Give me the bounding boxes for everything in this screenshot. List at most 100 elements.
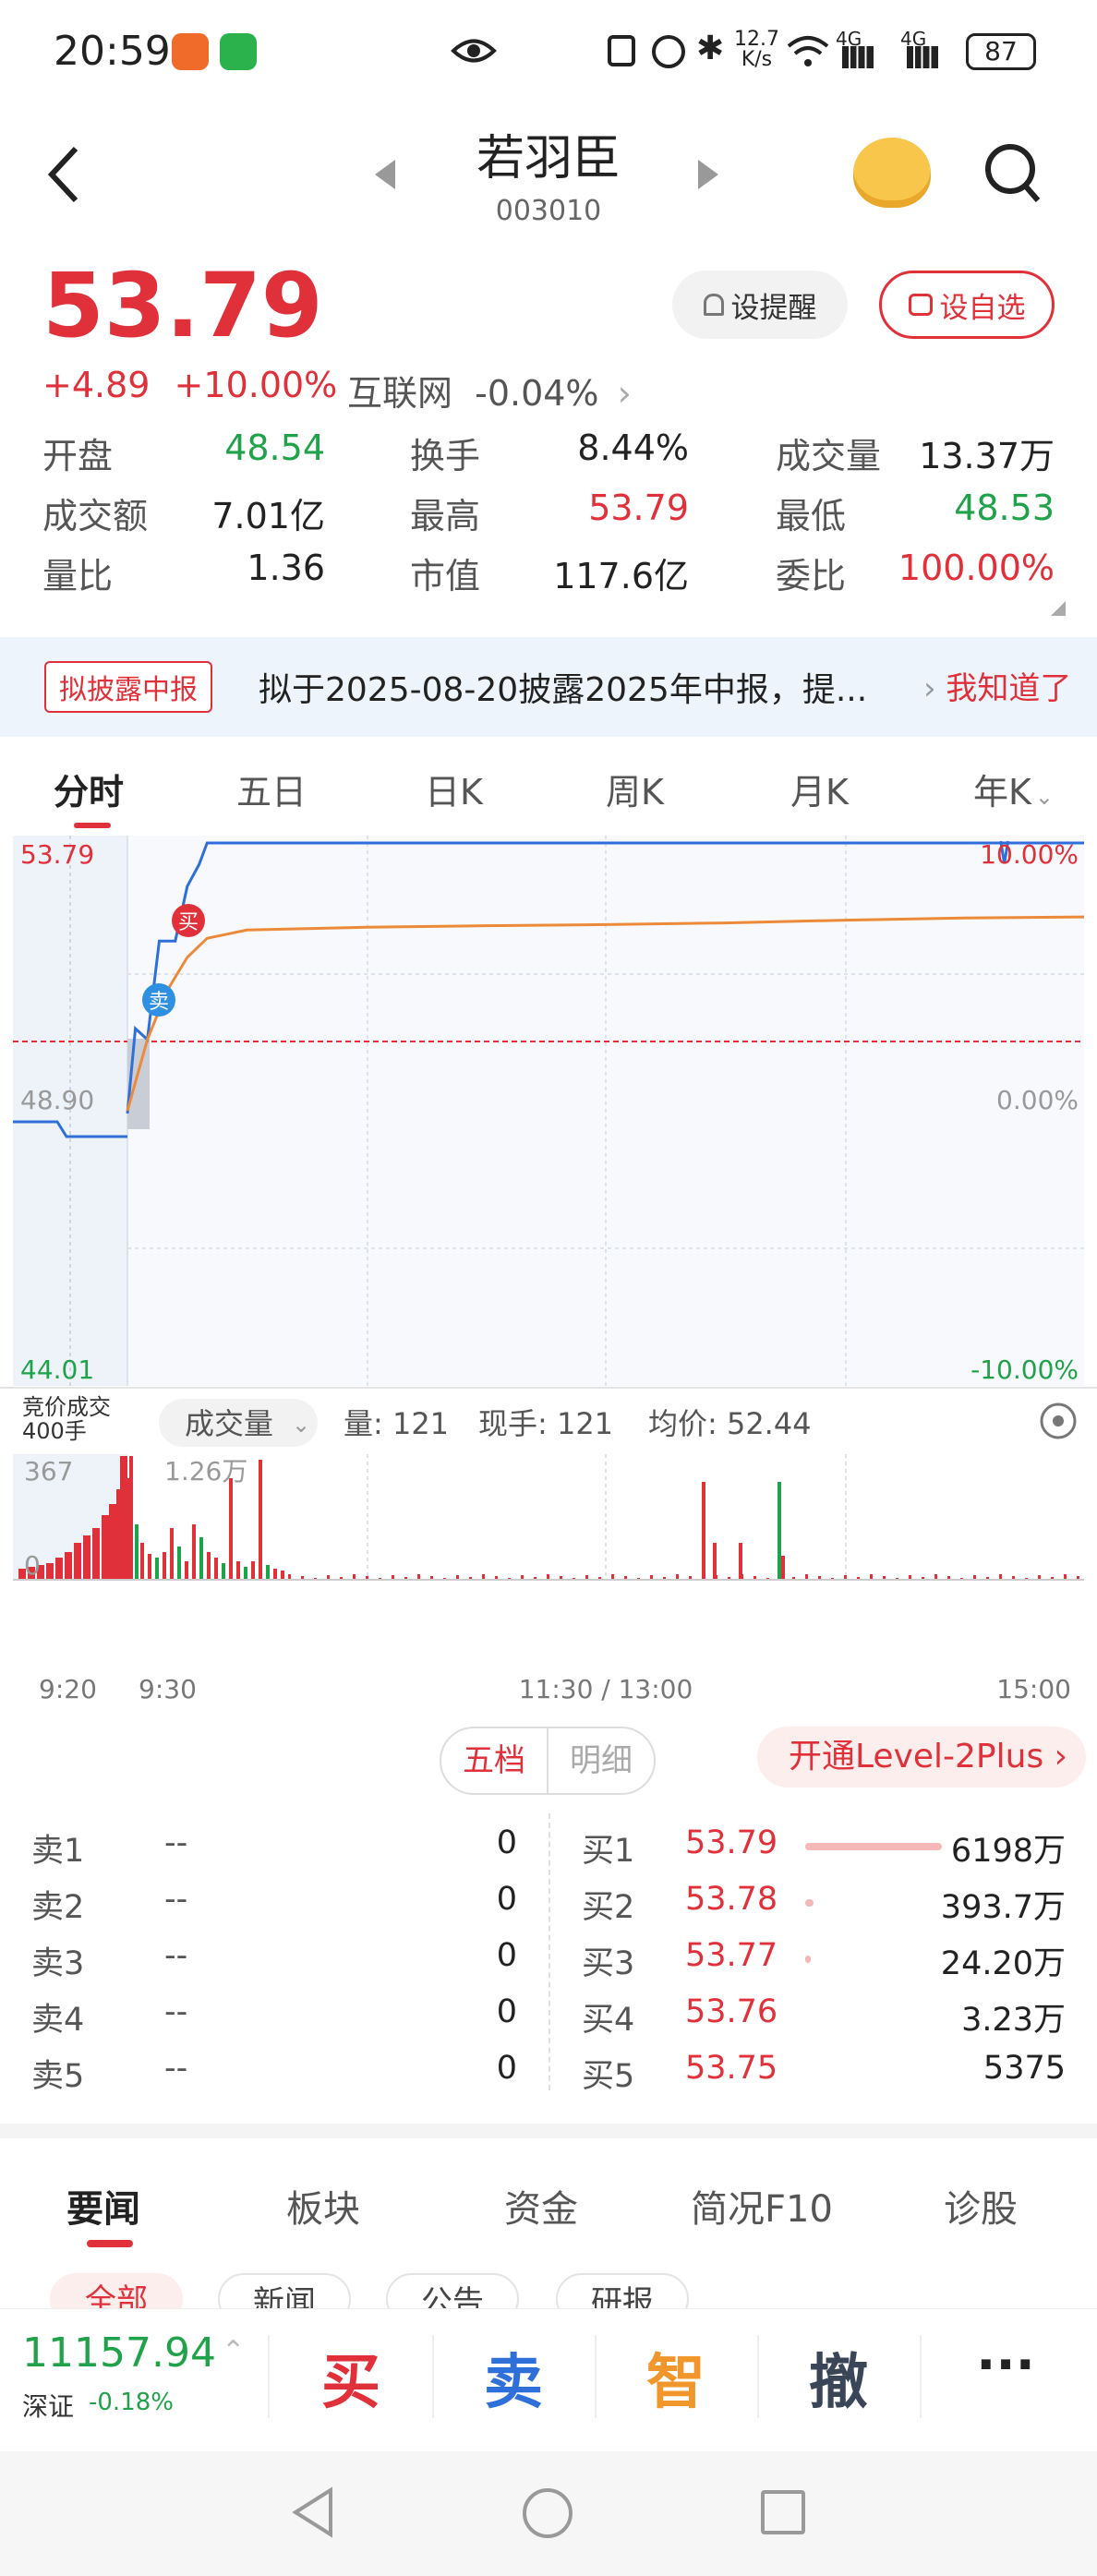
volume-bar [170, 1528, 174, 1580]
chevron-down-icon: ⌄ [1034, 784, 1055, 810]
y-label-mid: 48.90 [20, 1085, 94, 1115]
clock: 20:59 [54, 28, 171, 75]
buy-level-volume: 6198万 [950, 1833, 1066, 1870]
y-label-bottom: 44.01 [20, 1354, 94, 1385]
sell-level-price: -- [164, 1937, 188, 1974]
status-bar: 20:59 ✱ 12.7 K/s 4G 4G 87 [0, 0, 1097, 106]
buy-button[interactable]: 买 [270, 2335, 432, 2420]
buy-level-bar [805, 1956, 811, 1963]
sector-pct: -0.04% [475, 373, 599, 414]
sector-name: 互联网 [347, 373, 453, 414]
stat-value: 1.36 [247, 548, 325, 588]
tab-five-day[interactable]: 五日 [236, 764, 307, 814]
tab-monthly-k[interactable]: 月K [790, 764, 849, 814]
news-section: 要闻 板块 资金 简况F10 诊股 全部 新闻 公告 研报 [0, 2124, 1097, 2325]
x-label-3: 15:00 [996, 1674, 1071, 1704]
add-watchlist-button[interactable]: 设自选 [879, 271, 1055, 339]
buy-level-price: 53.76 [685, 1993, 778, 2030]
vol-peak-label: 1.26万 [164, 1456, 247, 1487]
sell-button[interactable]: 卖 [432, 2335, 595, 2420]
expand-corner-icon[interactable] [1051, 601, 1066, 616]
auction-volume-bar [65, 1552, 72, 1580]
news-tab[interactable]: 诊股 [944, 2179, 1018, 2233]
stat-value: 48.54 [224, 427, 325, 468]
stat-label: 量比 [42, 556, 114, 596]
nav-recents-icon[interactable] [761, 2490, 805, 2534]
index-pct: -0.18% [89, 2389, 174, 2416]
next-stock-icon[interactable] [698, 160, 718, 189]
order-book: 五档 明细 开通Level-2Plus › 卖1 -- 0 卖2 -- 0 卖3 -- 0 卖4 -… [0, 1717, 1097, 2105]
notice-bar[interactable]: 拟披露中报 拟于2025-08-20披露2025年中报，提... › 我知道了 [0, 637, 1097, 737]
stock-name: 若羽臣 [476, 131, 621, 187]
buy-marker[interactable]: 买 [172, 904, 205, 937]
back-icon[interactable] [46, 145, 83, 204]
x-label-0: 9:20 [39, 1674, 97, 1704]
level2-button[interactable]: 开通Level-2Plus › [757, 1727, 1086, 1788]
prev-stock-icon[interactable] [375, 160, 395, 189]
smart-button[interactable]: 智 [595, 2335, 757, 2420]
chevron-right-icon: › [923, 670, 946, 707]
sector-link[interactable]: 互联网 -0.04% › [347, 365, 632, 415]
tab-details[interactable]: 明细 [547, 1728, 654, 1793]
svg-text:买: 买 [178, 911, 199, 934]
volume-bar [229, 1478, 233, 1580]
cancel-order-button[interactable]: 撤 [757, 2335, 920, 2420]
index-widget[interactable]: 11157.94 ⌃ 深证 -0.18% [22, 2326, 262, 2427]
volume-bar [713, 1543, 717, 1580]
search-icon[interactable] [982, 141, 1043, 208]
sell-level-price: -- [164, 1993, 188, 2030]
alarm-icon [652, 35, 685, 68]
avg-price-readout: 均价: 52.44 [648, 1406, 812, 1441]
volume-bar [199, 1537, 203, 1580]
buy-level-price: 53.77 [685, 1937, 778, 1974]
tab-five-levels[interactable]: 五档 [441, 1728, 547, 1793]
volume-bar [214, 1558, 218, 1580]
sell-level-volume: 0 [496, 2050, 517, 2087]
auction-volume-bar [83, 1535, 90, 1580]
news-tab[interactable]: 板块 [286, 2179, 360, 2233]
chart-svg[interactable]: 买 卖 53.79 48.90 44.01 10.00% 0.00% -10.0… [0, 836, 1097, 1713]
svg-text:成交量: 成交量 [185, 1406, 273, 1441]
nav-back-icon[interactable] [290, 2486, 336, 2538]
volume-bar [207, 1552, 211, 1580]
news-tab[interactable]: 资金 [504, 2179, 578, 2233]
sell-marker[interactable]: 卖 [142, 983, 175, 1017]
tab-intraday[interactable]: 分时 [54, 764, 124, 814]
news-tab[interactable]: 简况F10 [691, 2179, 833, 2233]
index-name: 深证 [22, 2391, 75, 2422]
sell-level-label: 卖2 [31, 1889, 85, 1926]
intraday-chart[interactable]: 买 卖 53.79 48.90 44.01 10.00% 0.00% -10.0… [0, 836, 1097, 1713]
stat-value: 13.37万 [919, 436, 1055, 476]
dismiss-notice-button[interactable]: › 我知道了 [923, 663, 1071, 708]
tab-weekly-k[interactable]: 周K [606, 764, 664, 814]
wifi-icon [787, 36, 829, 66]
sell-level-volume: 0 [496, 1993, 517, 2030]
sell-level-label: 卖1 [31, 1833, 85, 1870]
buy-level-volume: 3.23万 [961, 2002, 1066, 2039]
volume-bar [129, 1456, 133, 1580]
expand-up-icon: ⌃ [222, 2335, 246, 2367]
settings-icon-dot [1053, 1415, 1064, 1426]
volume-bar [702, 1482, 705, 1580]
auction-volume-bar [46, 1563, 54, 1580]
more-button[interactable]: ··· [920, 2335, 1091, 2395]
nav-home-icon[interactable] [523, 2488, 573, 2538]
price-change-row: +4.89 +10.00% [42, 365, 337, 405]
auction-volume-bar [120, 1456, 127, 1580]
eye-icon [451, 39, 497, 63]
set-alert-button[interactable]: 设提醒 [672, 271, 848, 339]
sell-level-price: -- [164, 1881, 188, 1918]
volume-bar [259, 1460, 262, 1580]
bluetooth-icon: ✱ [696, 30, 725, 67]
news-tab[interactable]: 要闻 [66, 2179, 140, 2233]
buy-level-volume: 24.20万 [940, 1945, 1066, 1982]
tab-yearly-k[interactable]: 年K ⌄ [973, 764, 1054, 814]
sell-level-price: -- [164, 1824, 188, 1861]
svg-text:卖: 卖 [149, 991, 169, 1014]
change-value: +4.89 [42, 365, 151, 405]
mascot-icon[interactable] [853, 138, 931, 208]
buy-level-price: 53.79 [685, 1824, 778, 1861]
tab-daily-k[interactable]: 日K [425, 764, 483, 814]
buy-level-price: 53.78 [685, 1881, 778, 1918]
current-price: 53.79 [42, 254, 323, 357]
